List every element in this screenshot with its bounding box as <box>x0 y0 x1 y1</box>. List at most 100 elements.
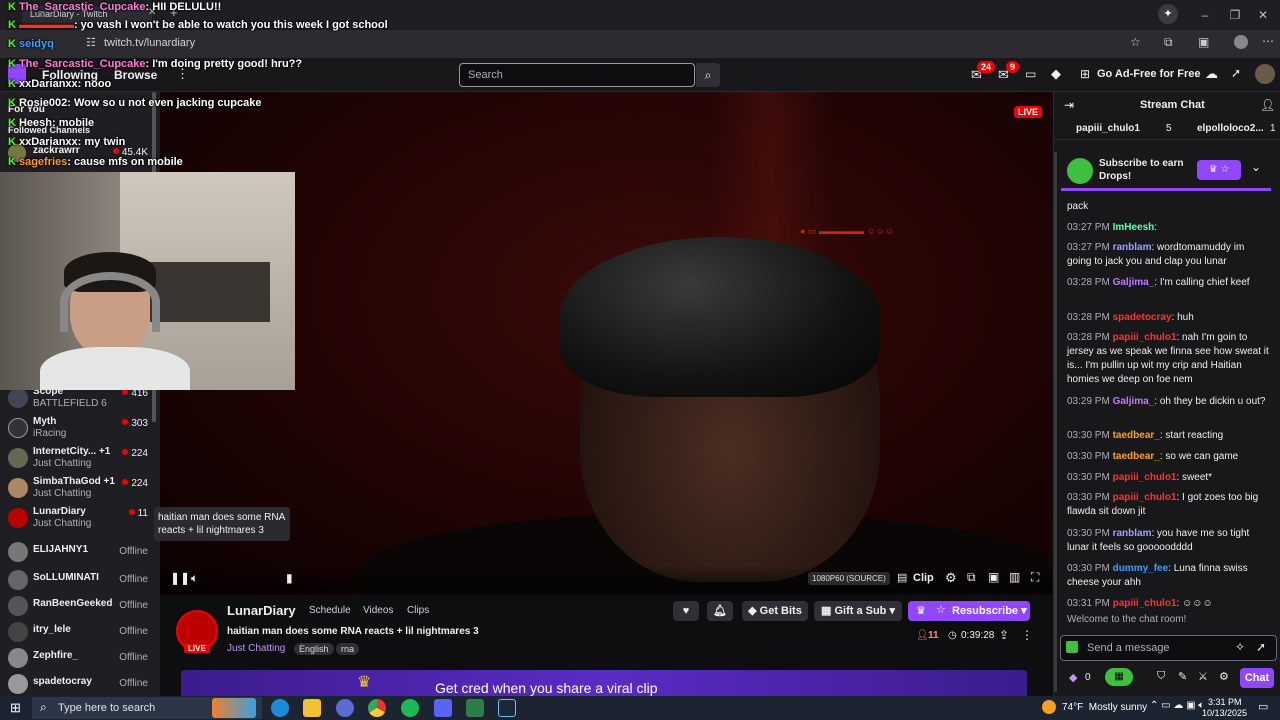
collapse-chat-icon[interactable]: ⇥ <box>1064 98 1074 112</box>
sidebar-item-name: SoLLUMINATI <box>33 572 99 583</box>
vpn-icon[interactable] <box>336 699 354 717</box>
gift-sub-button[interactable]: ▦ Gift a Sub ▾ <box>814 601 902 621</box>
copilot-icon[interactable]: ✦ <box>1158 4 1178 24</box>
tab-clips[interactable]: Clips <box>407 605 429 616</box>
pause-icon[interactable]: ❚❚ <box>170 571 190 585</box>
sidebar-item-myth[interactable]: Myth iRacing 303 <box>0 414 160 444</box>
search-input[interactable]: Search <box>459 63 695 87</box>
url-text[interactable]: twitch.tv/lunardiary <box>104 37 195 49</box>
theatre-icon[interactable]: ▮ <box>286 571 293 585</box>
taskbar-widget-image[interactable] <box>212 698 256 718</box>
chat-title: Stream Chat <box>1140 99 1205 111</box>
emote-icon: ☺☺☺ <box>1182 598 1213 609</box>
prime-icon[interactable]: ☁ <box>1205 66 1218 82</box>
tray-icons[interactable]: ⌃ ▭ ☁ ▣ 🔈︎ <box>1150 700 1204 711</box>
mod-icon[interactable]: ⚔ <box>1198 670 1208 683</box>
channel-points[interactable]: 0 <box>1085 672 1091 683</box>
weather-text[interactable]: 74°F Mostly sunny <box>1062 702 1147 713</box>
heart-follow-button[interactable]: ♥ <box>673 601 699 621</box>
discord-icon[interactable] <box>434 699 452 717</box>
fullscreen-icon[interactable]: ⛶ <box>1031 570 1039 585</box>
avatar <box>8 622 28 642</box>
webcam-shelf <box>150 262 270 322</box>
edge-icon[interactable] <box>271 699 289 717</box>
live-indicator: LIVE <box>1013 106 1042 118</box>
chevron-down-icon[interactable]: ⌄ <box>1251 160 1261 174</box>
favorite-star-icon[interactable]: ☆ <box>1130 35 1141 49</box>
close-window-icon[interactable]: ✕ <box>1254 6 1272 24</box>
profile-icon[interactable] <box>1234 35 1248 49</box>
overlay-chat-line: K The_Sarcastic_Cupcake: HII DELULU!! <box>8 1 222 13</box>
ad-free-icon: ⊞ <box>1080 67 1091 81</box>
tool-icon[interactable]: ✎ <box>1178 670 1187 683</box>
star-icon: ☆ <box>936 604 946 616</box>
viewers-icon: 👤︎ <box>916 630 929 641</box>
chrome-icon[interactable] <box>368 699 386 717</box>
webcam-person-shirt <box>40 347 190 390</box>
browser-menu-icon[interactable]: ⋯ <box>1262 34 1274 48</box>
theatre-mode-icon[interactable]: ▥ <box>1009 570 1020 584</box>
tag-english[interactable]: English <box>294 643 334 655</box>
get-bits-label: Get Bits <box>759 605 802 617</box>
miniplayer-icon[interactable]: ▣ <box>988 570 999 584</box>
sidebar-item-name: Myth <box>33 416 57 427</box>
share-icon[interactable]: ⇪ <box>999 628 1009 642</box>
sidebar-item-game: BATTLEFIELD 6 <box>33 398 107 409</box>
terminal-icon[interactable] <box>466 699 484 717</box>
channel-points-claim-icon[interactable]: ▦ <box>1105 668 1133 686</box>
shield-icon[interactable]: ⛉ <box>1157 670 1165 683</box>
bits-icon[interactable]: ◆ <box>1051 66 1061 82</box>
sidebar-item-simbathagod[interactable]: SimbaThaGod +1 Just Chatting 224 <box>0 474 160 504</box>
overlay-chat-line: KxxDarianxx: nooo <box>8 78 112 90</box>
channel-name[interactable]: LunarDiary <box>227 603 296 618</box>
chat-bits-icon[interactable]: ➚ <box>1256 640 1266 654</box>
resubscribe-button[interactable]: Resubscribe ▾ <box>908 601 1030 621</box>
get-bits-button[interactable]: ◆ Get Bits <box>742 601 808 621</box>
spotify-icon[interactable] <box>401 699 419 717</box>
leader-2[interactable]: elpolloloco2... <box>1197 123 1264 134</box>
more-options-icon[interactable]: ⋮ <box>1021 628 1033 642</box>
chat-emote-picker-icon[interactable]: ✧ <box>1235 640 1245 654</box>
drops-banner[interactable]: Subscribe to earn Drops! ♛ ☆ ⌄ <box>1061 154 1271 191</box>
clip-button[interactable]: Clip <box>913 572 934 584</box>
leader-1[interactable]: papiii_chulo1 <box>1076 123 1140 134</box>
tab-videos[interactable]: Videos <box>363 605 393 616</box>
chat-settings-gear-icon[interactable]: ⚙ <box>1219 670 1229 683</box>
split-screen-icon[interactable]: ▣ <box>1198 35 1209 49</box>
chat-send-button[interactable]: Chat <box>1240 668 1274 688</box>
quality-badge: 1080P60 (SOURCE) <box>808 572 890 585</box>
tag-rna[interactable]: rna <box>336 643 360 655</box>
promo-banner[interactable]: Get cred when you share a viral clip ♛ <box>181 670 1027 696</box>
turbo-icon[interactable]: ➚ <box>1231 66 1241 80</box>
minimize-icon[interactable]: – <box>1196 6 1214 24</box>
clock-date[interactable]: 10/13/2025 <box>1202 708 1247 718</box>
steam-icon[interactable] <box>498 699 516 717</box>
drops-subscribe-button[interactable]: ♛ ☆ <box>1197 160 1241 180</box>
clock-time[interactable]: 3:31 PM <box>1208 697 1242 707</box>
nav-browse[interactable]: Browse <box>114 68 157 82</box>
sidebar-item-elijahny1[interactable]: ELIJAHNY1 Offline <box>0 538 160 568</box>
bell-notify-button[interactable]: 🔔︎ <box>707 601 733 621</box>
search-icon[interactable]: ⌕ <box>696 63 720 87</box>
user-avatar[interactable] <box>1255 64 1275 84</box>
file-explorer-icon[interactable] <box>303 699 321 717</box>
mute-icon[interactable]: 🔈︎ <box>191 571 198 586</box>
ad-free-button[interactable]: Go Ad-Free for Free <box>1097 68 1201 80</box>
site-info-icon[interactable]: ☷ <box>86 36 96 49</box>
clip-icon[interactable]: ▤ <box>897 571 907 584</box>
stream-category[interactable]: Just Chatting <box>227 643 285 654</box>
chat-message: 03:28 PM papiii_chulo1: nah I'm goin to … <box>1067 332 1269 385</box>
chat-users-icon[interactable]: 👤︎ <box>1260 98 1275 112</box>
settings-gear-icon[interactable]: ⚙ <box>945 570 957 586</box>
popout-icon[interactable]: ⧉ <box>967 570 976 585</box>
tab-schedule[interactable]: Schedule <box>309 605 351 616</box>
start-windows-icon[interactable]: ⊞ <box>10 700 21 716</box>
notification-center-icon[interactable]: ▭ <box>1258 700 1268 713</box>
maximize-icon[interactable]: ❐ <box>1226 6 1244 24</box>
sidebar-item-internetcity[interactable]: InternetCity... +1 Just Chatting 224 <box>0 444 160 474</box>
chat-scrollbar[interactable] <box>1054 152 1057 692</box>
extensions-icon[interactable]: ⧉ <box>1164 35 1173 50</box>
whispers-icon[interactable]: ▭ <box>1025 67 1036 81</box>
sidebar-item-lunardiary[interactable]: LunarDiary Just Chatting 11 <box>0 504 160 534</box>
chat-welcome: Welcome to the chat room! <box>1067 614 1187 625</box>
